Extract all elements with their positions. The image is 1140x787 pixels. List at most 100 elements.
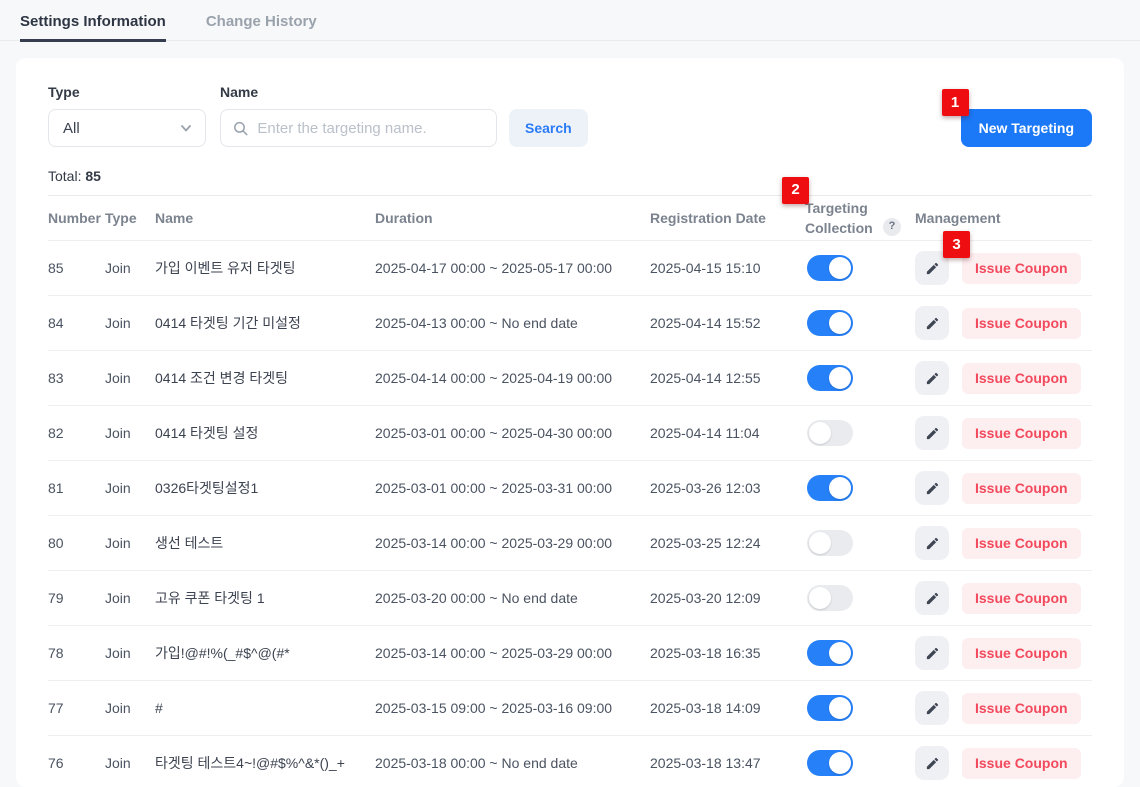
type-filter: Type All	[48, 84, 206, 147]
step-badge-3: 3	[943, 231, 970, 258]
row-duration: 2025-04-13 00:00 ~ No end date	[375, 315, 650, 331]
pencil-icon	[925, 481, 940, 496]
edit-button[interactable]	[915, 416, 949, 450]
new-targeting-button[interactable]: New Targeting	[961, 109, 1092, 147]
table-row: 76 Join 타겟팅 테스트4~!@#$%^&*()_+ 2025-03-18…	[48, 736, 1092, 787]
col-number: Number	[48, 210, 105, 226]
pencil-icon	[925, 316, 940, 331]
tab-change-history[interactable]: Change History	[206, 13, 317, 40]
row-type: Join	[105, 260, 155, 276]
row-registration-date: 2025-04-15 15:10	[650, 260, 805, 276]
edit-button[interactable]	[915, 526, 949, 560]
row-name: 고유 쿠폰 타겟팅 1	[155, 588, 375, 608]
row-duration: 2025-03-14 00:00 ~ 2025-03-29 00:00	[375, 645, 650, 661]
issue-coupon-button[interactable]: Issue Coupon	[962, 748, 1081, 779]
targeting-collection-toggle[interactable]	[807, 310, 853, 336]
row-duration: 2025-03-20 00:00 ~ No end date	[375, 590, 650, 606]
table-row: 80 Join 생선 테스트 2025-03-14 00:00 ~ 2025-0…	[48, 516, 1092, 571]
edit-button[interactable]	[915, 361, 949, 395]
row-type: Join	[105, 370, 155, 386]
targeting-collection-toggle[interactable]	[807, 255, 853, 281]
search-input-wrapper	[220, 109, 497, 147]
issue-coupon-button[interactable]: Issue Coupon	[962, 308, 1081, 339]
edit-button[interactable]	[915, 636, 949, 670]
question-mark-icon[interactable]: ?	[883, 218, 901, 236]
row-duration: 2025-03-15 09:00 ~ 2025-03-16 09:00	[375, 700, 650, 716]
row-registration-date: 2025-03-25 12:24	[650, 535, 805, 551]
row-type: Join	[105, 645, 155, 661]
row-duration: 2025-04-14 00:00 ~ 2025-04-19 00:00	[375, 370, 650, 386]
targeting-collection-toggle[interactable]	[807, 585, 853, 611]
row-number: 84	[48, 315, 105, 331]
issue-coupon-button[interactable]: Issue Coupon	[962, 363, 1081, 394]
edit-button[interactable]	[915, 691, 949, 725]
table-row: 83 Join 0414 조건 변경 타겟팅 2025-04-14 00:00 …	[48, 351, 1092, 406]
toggle-knob	[829, 367, 851, 389]
targeting-collection-toggle[interactable]	[807, 695, 853, 721]
row-name: 가입!@#!%(_#$^@(#*	[155, 643, 375, 663]
name-filter: Name Search	[220, 84, 588, 147]
table-row: 77 Join # 2025-03-15 09:00 ~ 2025-03-16 …	[48, 681, 1092, 736]
issue-coupon-button[interactable]: Issue Coupon	[962, 473, 1081, 504]
row-name: 0414 타겟팅 설정	[155, 423, 375, 443]
row-registration-date: 2025-03-18 13:47	[650, 755, 805, 771]
row-number: 81	[48, 480, 105, 496]
col-name: Name	[155, 210, 375, 226]
type-label: Type	[48, 84, 206, 100]
issue-coupon-button[interactable]: Issue Coupon	[962, 638, 1081, 669]
row-type: Join	[105, 315, 155, 331]
table-row: 78 Join 가입!@#!%(_#$^@(#* 2025-03-14 00:0…	[48, 626, 1092, 681]
search-button[interactable]: Search	[509, 109, 588, 147]
targeting-collection-toggle[interactable]	[807, 530, 853, 556]
targeting-collection-toggle[interactable]	[807, 420, 853, 446]
targeting-collection-toggle[interactable]	[807, 475, 853, 501]
issue-coupon-button[interactable]: Issue Coupon	[962, 693, 1081, 724]
issue-coupon-button[interactable]: Issue Coupon	[962, 528, 1081, 559]
edit-button[interactable]	[915, 471, 949, 505]
chevron-down-icon	[179, 121, 193, 135]
issue-coupon-button[interactable]: Issue Coupon	[962, 583, 1081, 614]
issue-coupon-button[interactable]: Issue Coupon	[962, 253, 1081, 284]
new-targeting-wrapper: 1 New Targeting	[961, 109, 1092, 147]
edit-button[interactable]	[915, 746, 949, 780]
edit-button[interactable]	[915, 581, 949, 615]
row-registration-date: 2025-04-14 15:52	[650, 315, 805, 331]
tab-settings-information[interactable]: Settings Information	[20, 13, 166, 42]
row-name: 0414 타겟팅 기간 미설정	[155, 313, 375, 333]
row-type: Join	[105, 700, 155, 716]
table-row: 84 Join 0414 타겟팅 기간 미설정 2025-04-13 00:00…	[48, 296, 1092, 351]
col-management: Management	[915, 210, 1092, 226]
targeting-collection-toggle[interactable]	[807, 640, 853, 666]
type-select-value: All	[63, 120, 80, 137]
toggle-knob	[829, 752, 851, 774]
pencil-icon	[925, 591, 940, 606]
targeting-table: Number Type Name Duration Registration D…	[48, 195, 1092, 787]
col-duration: Duration	[375, 210, 650, 226]
table-header: Number Type Name Duration Registration D…	[48, 195, 1092, 241]
row-number: 83	[48, 370, 105, 386]
total-label: Total:	[48, 168, 81, 184]
row-registration-date: 2025-03-18 14:09	[650, 700, 805, 716]
filter-row: Type All Name Search	[48, 84, 1092, 147]
issue-coupon-button[interactable]: Issue Coupon	[962, 418, 1081, 449]
edit-button[interactable]	[915, 306, 949, 340]
targeting-collection-toggle[interactable]	[807, 365, 853, 391]
col-targeting-collection-label: Targeting Collection	[805, 198, 877, 239]
pencil-icon	[925, 371, 940, 386]
toggle-knob	[829, 312, 851, 334]
pencil-icon	[925, 536, 940, 551]
toggle-knob	[829, 257, 851, 279]
table-row: 85 Join 가입 이벤트 유저 타겟팅 2025-04-17 00:00 ~…	[48, 241, 1092, 296]
type-select[interactable]: All	[48, 109, 206, 147]
total-value: 85	[85, 168, 101, 184]
tab-bar: Settings Information Change History	[0, 0, 1140, 41]
row-number: 77	[48, 700, 105, 716]
targeting-collection-toggle[interactable]	[807, 750, 853, 776]
targeting-name-input[interactable]	[257, 120, 484, 137]
row-name: 0326타겟팅설정1	[155, 478, 375, 498]
row-type: Join	[105, 480, 155, 496]
row-registration-date: 2025-03-18 16:35	[650, 645, 805, 661]
col-targeting-collection: 2 Targeting Collection ?	[805, 198, 915, 239]
toggle-knob	[829, 477, 851, 499]
pencil-icon	[925, 426, 940, 441]
